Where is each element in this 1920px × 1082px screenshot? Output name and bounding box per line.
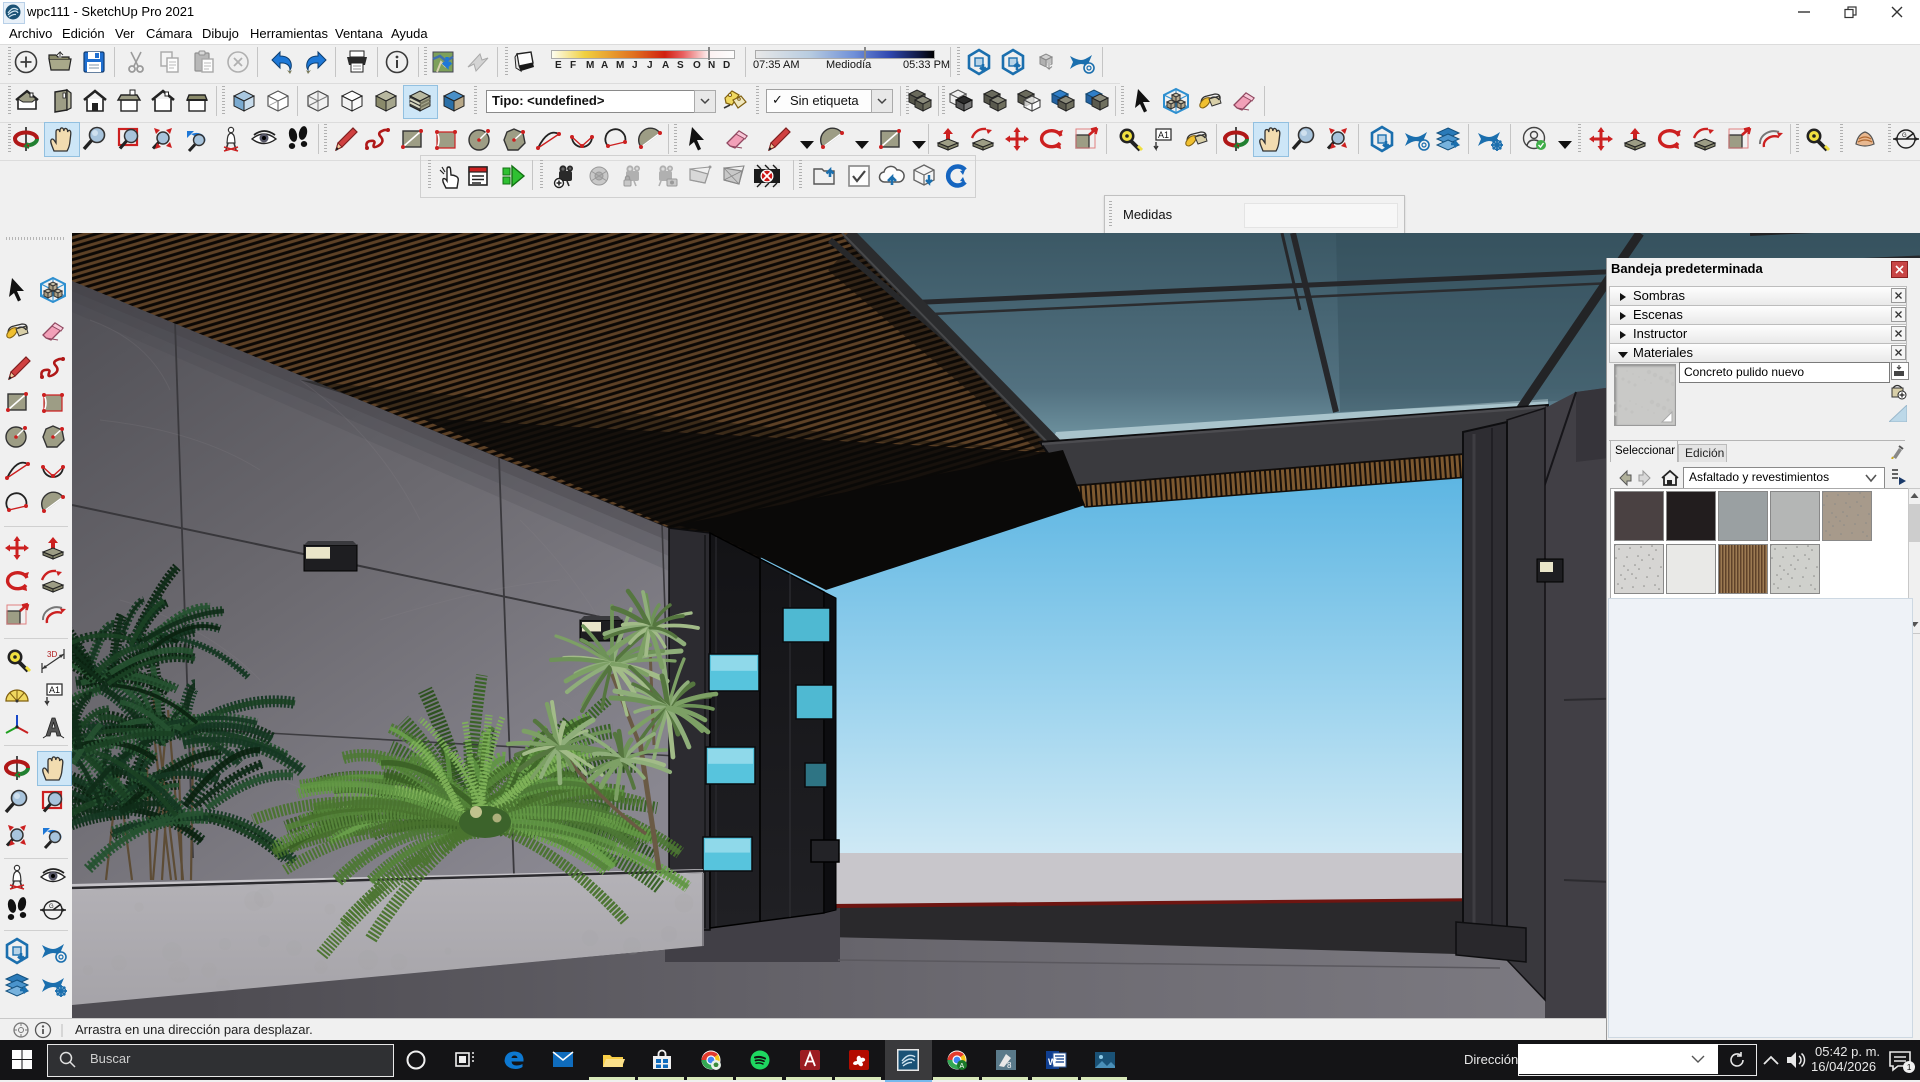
svg-text:8: 8: [1007, 1061, 1012, 1070]
svg-text:1: 1: [1907, 1062, 1912, 1072]
svg-text:3D: 3D: [47, 650, 57, 659]
svg-text:G: G: [49, 904, 54, 910]
svg-text:A1: A1: [49, 685, 60, 695]
svg-text:W: W: [1048, 1057, 1057, 1067]
svg-text:G: G: [1902, 133, 1907, 139]
svg-text:A: A: [960, 1063, 965, 1070]
svg-text:A1: A1: [1158, 130, 1169, 140]
